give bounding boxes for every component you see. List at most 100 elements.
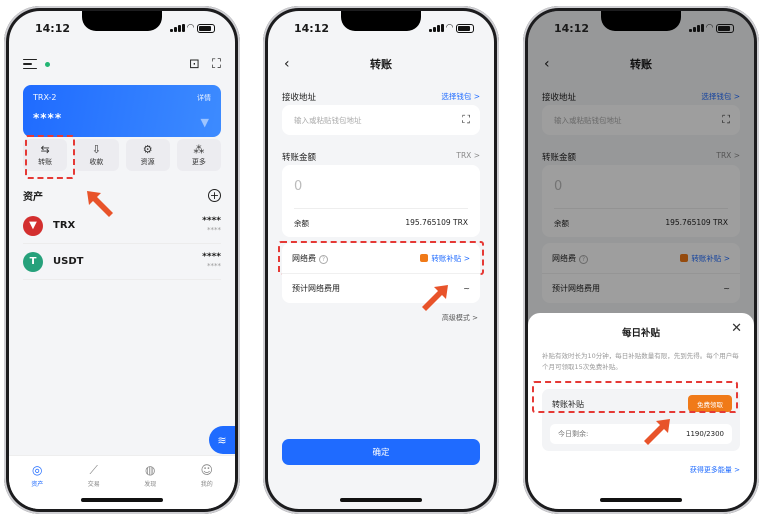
scan-icon[interactable]: ⛶ [462, 113, 470, 127]
tab-label: 发现 [144, 481, 157, 488]
top-bar: ⊡ ⛶ [23, 51, 221, 77]
asset-row-trx[interactable]: ▼ TRX **** **** [23, 208, 221, 244]
transfer-highlight-box [25, 135, 75, 179]
wallet-detail-link[interactable]: 详情 [197, 93, 211, 103]
status-icons: ◠ [170, 23, 215, 33]
recipient-header: 接收地址 选择钱包 > [282, 91, 480, 103]
status-time: 14:12 [35, 21, 71, 35]
floating-assistant-button[interactable]: ≋ [209, 426, 235, 454]
recipient-label: 接收地址 [282, 93, 317, 103]
more-label: 更多 [191, 157, 206, 166]
online-indicator [45, 62, 50, 67]
grid-icon: ⁂ [193, 142, 205, 156]
asset-amount-value: **** [202, 251, 221, 262]
status-icons: ◠ [689, 23, 734, 33]
globe-icon: ◍ [145, 463, 156, 477]
balance-row: 余额 195.765109 TRX [294, 208, 468, 229]
transfer-screen: 14:12 ◠ ‹ 转账 接收地址 选择钱包 > 输入或粘贴钱包地址 ⛶ 转账金… [268, 11, 494, 509]
trade-chart-icon: ⟋ [89, 463, 98, 477]
status-icons: ◠ [429, 23, 474, 33]
amount-value: 0 [294, 179, 303, 194]
battery-icon [716, 23, 734, 33]
asset-fiat-value: **** [207, 261, 221, 270]
recipient-placeholder: 输入或粘贴钱包地址 [294, 116, 362, 125]
advanced-mode-link[interactable]: 高级模式 > [442, 313, 478, 323]
signal-icon [689, 24, 704, 32]
profile-icon: ☺ [200, 463, 213, 477]
close-icon[interactable]: ✕ [731, 321, 742, 336]
wifi-icon: ◠ [706, 23, 713, 33]
amount-input[interactable]: 0 余额 195.765109 TRX [282, 165, 480, 237]
resource-chip-icon: ⚙ [142, 142, 153, 156]
estimated-fee-value: ~ [463, 284, 470, 293]
nav-bar: ‹ 转账 [268, 51, 494, 77]
top-right-icons: ⊡ ⛶ [189, 57, 221, 72]
subsidy-highlight-box [532, 381, 738, 413]
notch [601, 11, 681, 31]
get-more-energy-link[interactable]: 获得更多能量 > [690, 465, 740, 475]
status-time: 14:12 [294, 21, 330, 35]
pointer-arrow-icon [644, 419, 670, 445]
asset-symbol: USDT [53, 256, 84, 267]
scan-icon[interactable]: ⛶ [212, 57, 221, 72]
phone-wallet-home: 14:12 ◠ ⊡ ⛶ TRX-2 **** 详情 ▼ ⇆ 转账 ⇩ 收款 ⚙ 资源 [4, 6, 240, 514]
tab-discover[interactable]: ◍ 发现 [122, 464, 179, 509]
asset-fiat-value: **** [207, 225, 221, 234]
assets-icon: ◎ [32, 463, 43, 477]
tron-watermark-icon: ▼ [200, 116, 209, 129]
assets-title: 资产 [23, 192, 43, 203]
home-indicator [340, 498, 422, 502]
remaining-value: 1190/2300 [686, 430, 724, 438]
receive-icon: ⇩ [91, 142, 101, 156]
balance-label: 余额 [294, 219, 309, 228]
add-asset-icon[interactable]: + [208, 189, 221, 202]
wallet-home-screen: 14:12 ◠ ⊡ ⛶ TRX-2 **** 详情 ▼ ⇆ 转账 ⇩ 收款 ⚙ 资源 [9, 11, 235, 509]
more-button[interactable]: ⁂ 更多 [176, 139, 221, 171]
balance-value: 195.765109 TRX [405, 218, 468, 227]
asset-row-usdt[interactable]: T USDT **** **** [23, 244, 221, 280]
token-selector[interactable]: TRX > [456, 151, 480, 163]
wallet-add-icon[interactable]: ⊡ [189, 57, 200, 72]
tab-trade[interactable]: ⟋ 交易 [66, 464, 123, 509]
tab-label: 我的 [200, 481, 213, 488]
phone-subsidy-sheet: 14:12 ◠ ‹ 转账 接收地址 选择钱包 > 输入或粘贴钱包地址 ⛶ 转账金… [523, 6, 759, 514]
pointer-arrow-icon [422, 285, 448, 311]
battery-icon [197, 23, 215, 33]
select-wallet-link[interactable]: 选择钱包 > [441, 91, 480, 103]
amount-header: 转账金额 TRX > [282, 151, 480, 163]
home-indicator [600, 498, 682, 502]
confirm-button[interactable]: 确定 [282, 439, 480, 465]
menu-icon[interactable] [23, 58, 37, 70]
asset-amount: **** **** [202, 251, 221, 271]
resource-button[interactable]: ⚙ 资源 [125, 139, 170, 171]
tab-label: 资产 [31, 481, 44, 488]
remaining-label: 今日剩余: [558, 430, 589, 438]
wallet-balance: **** [33, 111, 63, 125]
notch [82, 11, 162, 31]
tab-profile[interactable]: ☺ 我的 [179, 464, 236, 509]
sheet-title: 每日补贴 [621, 328, 660, 339]
home-indicator [81, 498, 163, 502]
wallet-card[interactable]: TRX-2 **** 详情 ▼ [23, 85, 221, 137]
receive-label: 收款 [89, 157, 104, 166]
signal-icon [170, 24, 185, 32]
back-chevron-icon[interactable]: ‹ [284, 56, 290, 72]
resource-label: 资源 [140, 157, 155, 166]
asset-amount: **** **** [202, 215, 221, 235]
assets-header: 资产 + [23, 188, 221, 203]
daily-subsidy-sheet: 每日补贴 ✕ 补贴有效时长为10分钟，每日补贴数量有限，先到先得。每个用户每个月… [528, 313, 754, 509]
subsidy-description: 补贴有效时长为10分钟，每日补贴数量有限，先到先得。每个用户每个月可领取15次免… [542, 352, 739, 371]
fee-highlight-box [278, 241, 484, 275]
tab-assets[interactable]: ◎ 资产 [9, 464, 66, 509]
wallet-name: TRX-2 [33, 93, 57, 102]
receive-button[interactable]: ⇩ 收款 [74, 139, 119, 171]
recipient-input[interactable]: 输入或粘贴钱包地址 ⛶ [282, 105, 480, 135]
status-time: 14:12 [554, 21, 590, 35]
subsidy-screen: 14:12 ◠ ‹ 转账 接收地址 选择钱包 > 输入或粘贴钱包地址 ⛶ 转账金… [528, 11, 754, 509]
phone-transfer: 14:12 ◠ ‹ 转账 接收地址 选择钱包 > 输入或粘贴钱包地址 ⛶ 转账金… [263, 6, 499, 514]
notch [341, 11, 421, 31]
wifi-icon: ◠ [187, 23, 194, 33]
wifi-icon: ◠ [446, 23, 453, 33]
asset-amount-value: **** [202, 215, 221, 226]
trx-coin-icon: ▼ [23, 215, 43, 236]
